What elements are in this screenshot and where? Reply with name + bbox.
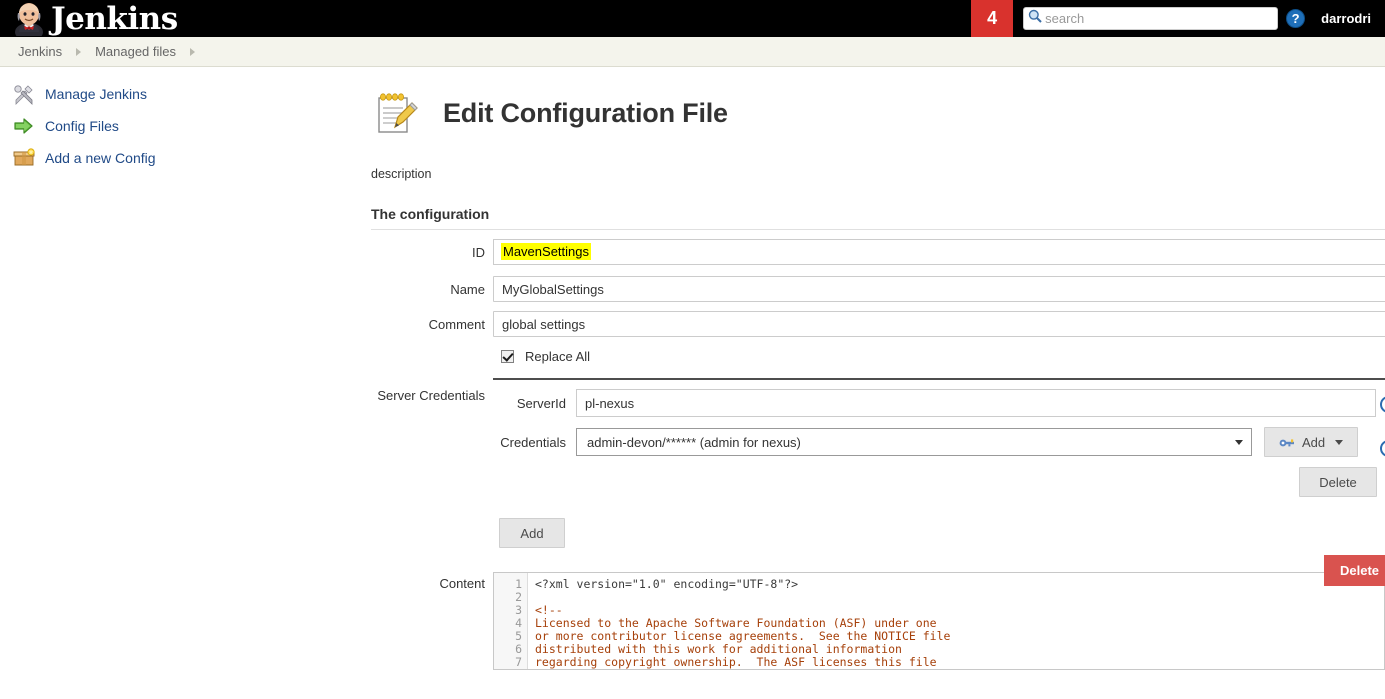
brand-title: Jenkins bbox=[51, 0, 178, 37]
server-id-line: ServerId bbox=[493, 389, 1385, 417]
replace-all-checkbox[interactable] bbox=[501, 350, 514, 363]
comment-label: Comment bbox=[428, 317, 485, 332]
name-label: Name bbox=[450, 282, 485, 297]
name-input[interactable] bbox=[493, 276, 1385, 302]
main-content: Edit Configuration File description The … bbox=[371, 86, 1385, 670]
delete-config-button[interactable]: Delete bbox=[1324, 555, 1385, 586]
replace-all-row: Replace All bbox=[501, 349, 1385, 364]
notification-badge[interactable]: 4 bbox=[971, 0, 1014, 37]
help-icon[interactable]: ? bbox=[1286, 9, 1306, 28]
jenkins-butler-icon bbox=[11, 2, 47, 41]
top-header-bar: Jenkins 4 ? darrodri bbox=[0, 0, 1385, 41]
section-title: The configuration bbox=[371, 206, 490, 222]
sidebar: Manage Jenkins Config Files Add a new Co… bbox=[12, 78, 357, 174]
line-number: 7 bbox=[515, 655, 522, 669]
code-line: <?xml version="1.0" encoding="UTF-8"?> bbox=[535, 577, 799, 591]
content-row: Content 1 2 3 4 5 6 7 <?xml version="1.0… bbox=[371, 572, 1385, 670]
credentials-select-value: admin-devon/****** (admin for nexus) bbox=[587, 434, 801, 450]
server-credentials-block: ServerId Credentials admin-devon/****** … bbox=[493, 378, 1385, 497]
header-right-cluster: 4 ? darrodri bbox=[971, 0, 1385, 37]
breadcrumb-separator-icon bbox=[190, 47, 196, 56]
page-title-row: Edit Configuration File bbox=[371, 86, 1385, 140]
new-package-icon bbox=[12, 146, 36, 170]
notepad-pencil-icon bbox=[371, 89, 419, 137]
form-row-id: ID MavenSettings bbox=[371, 239, 1385, 267]
id-field-wrap: MavenSettings bbox=[493, 239, 1385, 267]
search-box[interactable] bbox=[1023, 7, 1279, 30]
comment-field-wrap bbox=[493, 311, 1385, 337]
replace-all-label: Replace All bbox=[525, 349, 591, 364]
server-id-input[interactable] bbox=[576, 389, 1376, 417]
credentials-select[interactable]: admin-devon/****** (admin for nexus) bbox=[576, 428, 1252, 456]
page-title: Edit Configuration File bbox=[443, 97, 728, 128]
credentials-label: Credentials bbox=[500, 434, 566, 450]
form-row-comment: Comment bbox=[371, 311, 1385, 337]
breadcrumb-item-jenkins[interactable]: Jenkins bbox=[18, 44, 62, 59]
sidebar-item-label: Add a new Config bbox=[45, 150, 156, 166]
sidebar-item-manage-jenkins[interactable]: Manage Jenkins bbox=[12, 78, 357, 110]
id-label: ID bbox=[472, 245, 485, 260]
code-line: regarding copyright ownership. The ASF l… bbox=[535, 655, 937, 669]
server-credentials-row: Server Credentials ServerId Credentials … bbox=[371, 378, 1385, 497]
search-input[interactable] bbox=[1045, 11, 1271, 26]
user-menu-link[interactable]: darrodri bbox=[1321, 11, 1371, 26]
key-icon bbox=[1279, 436, 1295, 448]
sidebar-item-label: Manage Jenkins bbox=[45, 86, 147, 102]
search-icon bbox=[1028, 9, 1042, 28]
add-credential-entry-button[interactable]: Add bbox=[499, 518, 565, 548]
editor-code-area[interactable]: <?xml version="1.0" encoding="UTF-8"?> <… bbox=[528, 573, 1384, 669]
content-code-editor[interactable]: 1 2 3 4 5 6 7 <?xml version="1.0" encodi… bbox=[493, 572, 1385, 670]
breadcrumb-separator-icon bbox=[76, 47, 82, 56]
editor-line-numbers: 1 2 3 4 5 6 7 bbox=[494, 573, 528, 669]
id-input-value: MavenSettings bbox=[501, 243, 591, 260]
sidebar-item-label: Config Files bbox=[45, 118, 119, 134]
description-link[interactable]: description bbox=[371, 167, 1385, 181]
page-root: Jenkins 4 ? darrodri Jenkins Managed fil… bbox=[0, 0, 1385, 699]
add-credentials-button[interactable]: Add bbox=[1264, 427, 1359, 457]
server-credentials-label: Server Credentials bbox=[377, 388, 485, 403]
add-entry-row: Add bbox=[499, 518, 1385, 548]
content-label: Content bbox=[439, 576, 485, 591]
chevron-down-icon bbox=[1235, 440, 1243, 445]
wrench-screwdriver-icon bbox=[12, 82, 36, 106]
breadcrumb-item-managed-files[interactable]: Managed files bbox=[95, 44, 176, 59]
sidebar-item-config-files[interactable]: Config Files bbox=[12, 110, 357, 142]
form-row-name: Name bbox=[371, 276, 1385, 302]
chevron-down-icon bbox=[1335, 439, 1344, 445]
green-arrow-icon bbox=[12, 114, 36, 138]
breadcrumb: Jenkins Managed files bbox=[0, 37, 1385, 67]
add-credentials-label: Add bbox=[1302, 434, 1326, 450]
comment-input[interactable] bbox=[493, 311, 1385, 337]
sidebar-item-add-a-new-config[interactable]: Add a new Config bbox=[12, 142, 357, 174]
delete-credential-entry-button[interactable]: Delete bbox=[1299, 467, 1377, 497]
delete-entry-row: Delete bbox=[493, 467, 1377, 497]
name-field-wrap bbox=[493, 276, 1385, 302]
credentials-line: Credentials admin-devon/****** (admin fo… bbox=[493, 427, 1385, 457]
server-id-label: ServerId bbox=[516, 395, 566, 411]
id-input[interactable] bbox=[493, 239, 1385, 265]
jenkins-brand-link[interactable]: Jenkins bbox=[0, 0, 178, 41]
section-divider bbox=[371, 229, 1385, 230]
